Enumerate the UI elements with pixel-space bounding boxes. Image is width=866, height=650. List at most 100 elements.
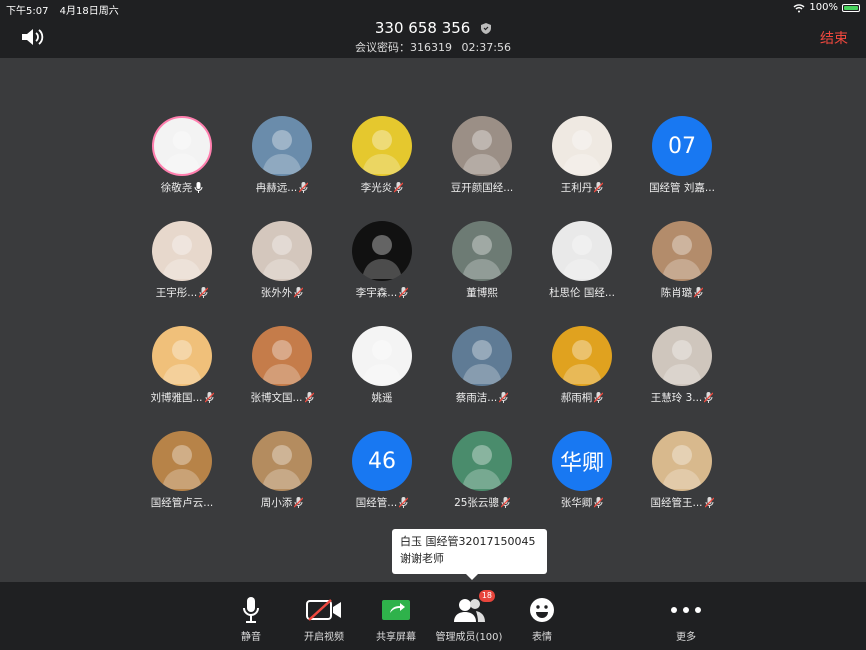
participant-name: 王慧玲 3... [650, 392, 703, 404]
participant-name-row: 徐敬尧 [132, 180, 232, 195]
participant-tile[interactable]: 刘博雅国... [132, 326, 232, 405]
participant-name: 郝雨桐 [560, 392, 593, 404]
user-photo-icon [662, 235, 702, 279]
more-icon [671, 607, 701, 613]
microphone-muted-icon [204, 392, 214, 403]
mute-button[interactable]: 静音 [211, 596, 291, 643]
microphone-muted-icon [294, 497, 304, 508]
participant-tile[interactable]: 25张云骢 [432, 431, 532, 510]
user-photo-icon [162, 235, 202, 279]
participant-name: 王利丹 [560, 182, 593, 194]
participant-tile[interactable]: 王宇彤... [132, 221, 232, 300]
user-photo-icon [262, 130, 302, 174]
participant-name: 蔡雨洁... [455, 392, 498, 404]
manage-members-button[interactable]: 18 管理成员(100) [429, 590, 509, 643]
participant-initials-avatar: 46 [352, 431, 412, 491]
user-photo-icon [662, 340, 702, 384]
participant-name: 国经管 刘嘉... [649, 182, 715, 194]
more-button[interactable]: 更多 [646, 596, 726, 643]
user-photo-icon [162, 445, 202, 489]
participant-name: 国经管王... [650, 497, 703, 509]
participant-tile[interactable]: 徐敬尧 [132, 116, 232, 195]
participant-name: 李宇森... [355, 287, 398, 299]
participant-tile[interactable]: 王利丹 [532, 116, 632, 195]
participant-tile[interactable]: 周小添 [232, 431, 332, 510]
participant-tile[interactable]: 王慧玲 3... [632, 326, 732, 405]
participant-avatar [552, 116, 612, 176]
participant-avatar [252, 326, 312, 386]
start-video-button[interactable]: 开启视频 [284, 596, 364, 643]
participant-avatar [152, 116, 212, 176]
participant-tile[interactable]: 华卿 张华卿 [532, 431, 632, 510]
participant-name-row: 王慧玲 3... [632, 390, 732, 405]
share-screen-button[interactable]: 共享屏幕 [356, 596, 436, 643]
participant-name: 刘博雅国... [150, 392, 203, 404]
participant-name-row: 国经管王... [632, 495, 732, 510]
participant-tile[interactable]: 董博熙 [432, 221, 532, 300]
participant-avatar [152, 431, 212, 491]
microphone-muted-icon [304, 392, 314, 403]
microphone-muted-icon [594, 392, 604, 403]
participant-name-row: 张华卿 [532, 495, 632, 510]
status-bar: 下午5:07 4月18日周六 100% [0, 0, 866, 17]
user-photo-icon [262, 445, 302, 489]
battery-icon [842, 3, 860, 12]
participant-avatar [452, 221, 512, 281]
wifi-icon [793, 3, 805, 12]
participant-tile[interactable]: 蔡雨洁... [432, 326, 532, 405]
participant-name-row: 刘博雅国... [132, 390, 232, 405]
participant-tile[interactable]: 46 国经管... [332, 431, 432, 510]
user-photo-icon [362, 235, 402, 279]
smile-icon [530, 598, 554, 622]
user-photo-icon [462, 130, 502, 174]
participant-name-row: 蔡雨洁... [432, 390, 532, 405]
participant-tile[interactable]: 豆开颜国经... [432, 116, 532, 195]
meeting-subinfo: 会议密码：316319 02:37:56 [0, 39, 866, 55]
end-meeting-button[interactable]: 结束 [820, 28, 848, 48]
participant-name-row: 25张云骢 [432, 495, 532, 510]
participant-tile[interactable]: 国经管王... [632, 431, 732, 510]
emoji-button[interactable]: 表情 [502, 596, 582, 643]
participant-name-row: 张博文国... [232, 390, 332, 405]
participant-tile[interactable]: 姚遥 [332, 326, 432, 405]
chat-bubble[interactable]: 白玉 国经管32017150045 谢谢老师 [392, 529, 547, 580]
user-photo-icon [262, 340, 302, 384]
meeting-id: 330 658 356 [0, 19, 866, 37]
participant-avatar [452, 431, 512, 491]
participant-name-row: 杜思伦 国经... [532, 285, 632, 300]
user-photo-icon [462, 445, 502, 489]
meeting-id-text: 330 658 356 [374, 19, 471, 37]
share-screen-icon [382, 600, 410, 620]
participant-name-row: 张外外 [232, 285, 332, 300]
participant-tile[interactable]: 张外外 [232, 221, 332, 300]
participant-name-row: 董博熙 [432, 285, 532, 300]
battery-percent: 100% [809, 2, 838, 13]
microphone-muted-icon [704, 497, 714, 508]
participant-avatar [452, 326, 512, 386]
participant-tile[interactable]: 陈肖璐 [632, 221, 732, 300]
participant-tile[interactable]: 郝雨桐 [532, 326, 632, 405]
meeting-toolbar: 静音 开启视频 共享屏幕 18 管理成员(100) 表情 更多 [0, 582, 866, 650]
participant-tile[interactable]: 杜思伦 国经... [532, 221, 632, 300]
participant-avatar [352, 326, 412, 386]
participant-avatar [152, 221, 212, 281]
user-photo-icon [262, 235, 302, 279]
participant-name: 国经管... [355, 497, 398, 509]
participant-tile[interactable]: 07 国经管 刘嘉... [632, 116, 732, 195]
microphone-muted-icon [294, 287, 304, 298]
participant-name-row: 国经管卢云... [132, 495, 232, 510]
participant-tile[interactable]: 国经管卢云... [132, 431, 232, 510]
participant-name-row: 豆开颜国经... [432, 180, 532, 195]
meeting-header: 330 658 356 会议密码：316319 02:37:56 结束 [0, 16, 866, 58]
participant-tile[interactable]: 张博文国... [232, 326, 332, 405]
meeting-password: 会议密码：316319 [355, 41, 453, 54]
user-photo-icon [562, 130, 602, 174]
more-label: 更多 [676, 632, 696, 643]
mute-label: 静音 [241, 632, 261, 643]
participant-avatar [452, 116, 512, 176]
participant-name-row: 国经管 刘嘉... [632, 180, 732, 195]
participant-tile[interactable]: 李宇森... [332, 221, 432, 300]
participant-tile[interactable]: 冉赫远... [232, 116, 332, 195]
participant-tile[interactable]: 李光炎 [332, 116, 432, 195]
participant-name: 陈肖璐 [660, 287, 693, 299]
